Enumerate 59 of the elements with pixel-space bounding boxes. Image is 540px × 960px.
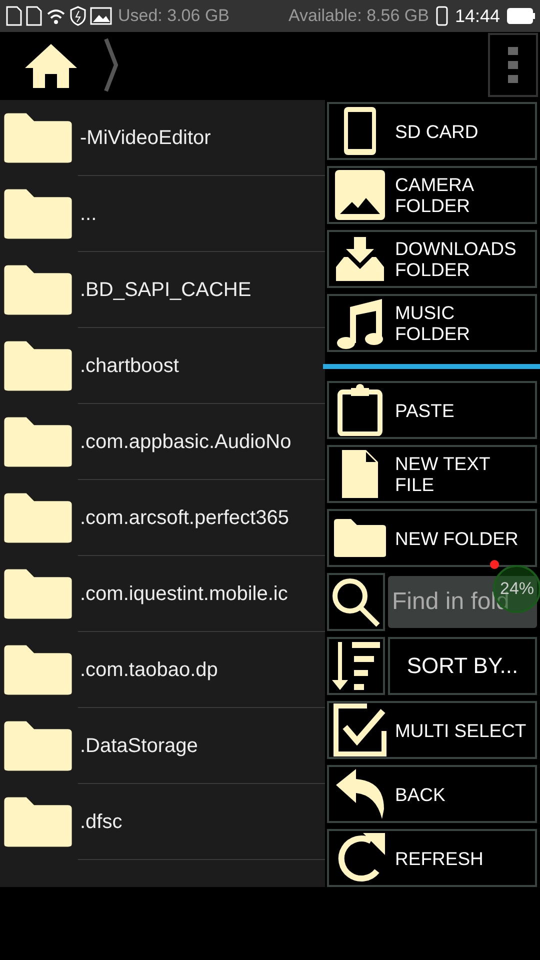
- folder-icon: [2, 492, 74, 544]
- checkbox-icon: [333, 703, 387, 757]
- folder-icon: [2, 340, 74, 392]
- folder-name[interactable]: .com.taobao.dp: [80, 658, 218, 682]
- folder-name[interactable]: .com.arcsoft.perfect365: [80, 506, 289, 530]
- folder-name[interactable]: .com.appbasic.AudioNo: [80, 430, 292, 454]
- clipboard-icon: [337, 384, 383, 436]
- breadcrumb-chevron-icon: [104, 37, 118, 93]
- folder-icon: [2, 112, 74, 164]
- folder-name[interactable]: -MiVideoEditor: [80, 126, 211, 150]
- sim-card-icon: [6, 6, 22, 26]
- folder-icon: [2, 188, 74, 240]
- folder-name[interactable]: .dfsc: [80, 810, 122, 834]
- menu-button[interactable]: REFRESH: [327, 829, 537, 887]
- menu-button[interactable]: MULTI SELECT: [327, 701, 537, 759]
- folder-name[interactable]: .DataStorage: [80, 734, 198, 758]
- menu-button[interactable]: BACK: [327, 765, 537, 823]
- phone-icon: [342, 105, 378, 157]
- sort-button[interactable]: SORT BY...: [388, 637, 537, 695]
- menu-button[interactable]: CAMERA FOLDER: [327, 166, 537, 224]
- reply-arrow-icon: [334, 769, 386, 819]
- document-icon: [340, 448, 380, 500]
- folder-icon: [2, 264, 74, 316]
- folder-icon: [333, 518, 387, 558]
- menu-button[interactable]: SD CARD: [327, 102, 537, 160]
- overflow-menu-button[interactable]: [488, 33, 538, 97]
- folder-icon: [2, 568, 74, 620]
- menu-button[interactable]: DOWNLOADS FOLDER: [327, 230, 537, 288]
- folder-name[interactable]: .BD_SAPI_CACHE: [80, 278, 252, 302]
- notification-dot: [490, 560, 499, 569]
- sort-icon: [330, 640, 382, 692]
- search-icon: [330, 576, 382, 628]
- clock: 14:44: [454, 6, 500, 26]
- download-icon: [334, 237, 386, 281]
- wifi-icon: [46, 8, 66, 24]
- menu-button[interactable]: NEW TEXT FILE: [327, 445, 537, 503]
- used-storage: Used: 3.06 GB: [118, 6, 230, 26]
- folder-icon: [2, 644, 74, 696]
- home-icon[interactable]: [24, 42, 78, 88]
- folder-icon: [2, 416, 74, 468]
- phone-vibrate-icon: [434, 6, 449, 26]
- available-storage: Available: 8.56 GB: [288, 6, 429, 26]
- search-button[interactable]: [327, 573, 385, 631]
- sim-card-icon: [26, 6, 42, 26]
- more-vertical-icon: [508, 47, 518, 83]
- image-icon: [90, 7, 112, 25]
- music-note-icon: [336, 297, 384, 349]
- folder-name[interactable]: .com.iquestint.mobile.ic: [80, 582, 288, 606]
- menu-button[interactable]: NEW FOLDER: [327, 509, 537, 567]
- sort-order-button[interactable]: [327, 637, 385, 695]
- folder-name[interactable]: ...: [80, 202, 97, 226]
- battery-icon: [506, 7, 536, 25]
- menu-button[interactable]: MUSIC FOLDER: [327, 294, 537, 352]
- folder-icon: [2, 720, 74, 772]
- folder-name[interactable]: .chartboost: [80, 354, 179, 378]
- menu-button[interactable]: PASTE: [327, 381, 537, 439]
- folder-icon: [2, 796, 74, 848]
- shield-icon: [70, 6, 86, 26]
- image-icon: [334, 169, 386, 221]
